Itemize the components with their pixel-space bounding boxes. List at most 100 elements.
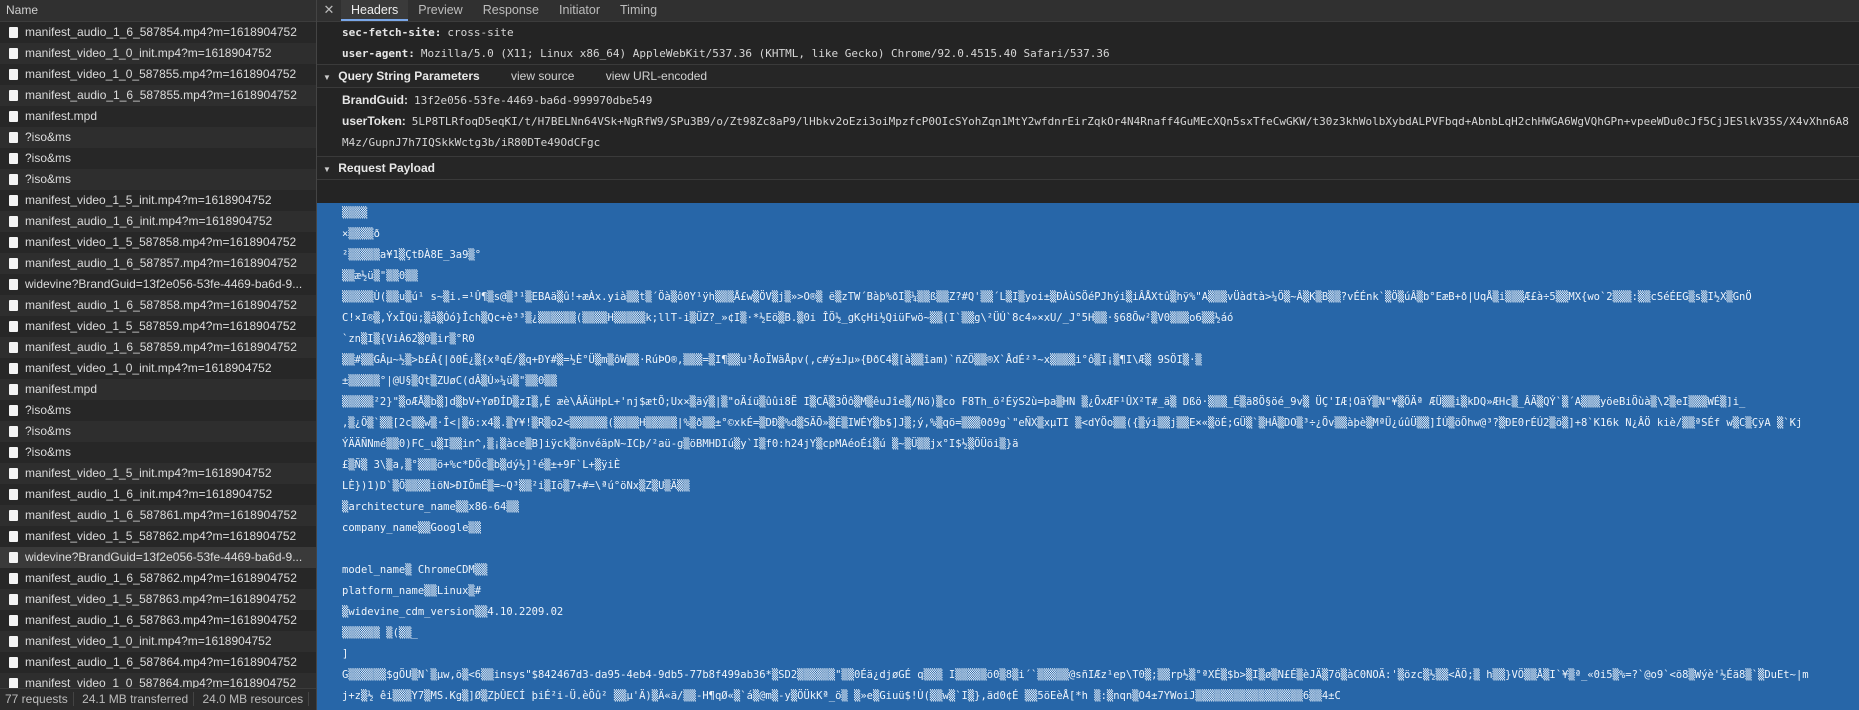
request-row[interactable]: widevine?BrandGuid=13f2e056-53fe-4469-ba…	[0, 274, 316, 295]
payload-line: j+z▒½ êi▒▒▒Y7▒MS.Kg▒]Ø▒ZþÛECÍ þiÉ²i-Ü.èÖ…	[342, 690, 1341, 702]
request-row[interactable]: manifest_audio_1_6_587864.mp4?m=16189047…	[0, 652, 316, 673]
payload-line: ▒▒▒▒▒²2}"▒oÆÅ▒b▒]d▒bV+YøÐÍD▒zI▒,É æè\ÂÄü…	[342, 396, 1746, 408]
request-row[interactable]: manifest_audio_1_6_587857.mp4?m=16189047…	[0, 253, 316, 274]
request-row[interactable]: manifest_video_1_0_587855.mp4?m=16189047…	[0, 64, 316, 85]
request-row[interactable]: ?iso&ms	[0, 169, 316, 190]
request-row[interactable]: manifest.mpd	[0, 379, 316, 400]
view-url-encoded-link[interactable]: view URL-encoded	[606, 69, 707, 83]
payload-line: LÈ})1)D`▒Õ▒▒▒▒iöN>ÐIÕmÉ▒=~Q³▒▒²i▒Iö▒7+#=…	[342, 480, 690, 492]
file-icon	[9, 174, 18, 185]
close-icon[interactable]: ✕	[317, 0, 341, 21]
file-icon	[9, 132, 18, 143]
request-row[interactable]: manifest_audio_1_6_587858.mp4?m=16189047…	[0, 295, 316, 316]
request-row[interactable]: manifest_audio_1_6_587859.mp4?m=16189047…	[0, 337, 316, 358]
file-icon	[9, 678, 18, 688]
headers-content: sec-fetch-site: cross-site user-agent: Mozi…	[317, 22, 1859, 180]
request-row[interactable]: manifest_video_1_0_init.mp4?m=1618904752	[0, 358, 316, 379]
file-icon	[9, 195, 18, 206]
payload-line	[317, 539, 1859, 560]
details-tab-bar: ✕ Headers Preview Response Initiator Timing	[317, 0, 1859, 22]
param-brandguid: BrandGuid: 13f2e056-53fe-4469-ba6d-999970…	[317, 90, 1859, 111]
file-icon	[9, 636, 18, 647]
param-key: userToken:	[342, 114, 406, 128]
payload-line: ▒▒▒▒	[342, 207, 368, 219]
file-icon	[9, 90, 18, 101]
file-icon	[9, 426, 18, 437]
request-row[interactable]: manifest.mpd	[0, 106, 316, 127]
file-icon	[9, 405, 18, 416]
request-row[interactable]: ?iso&ms	[0, 127, 316, 148]
file-icon	[9, 468, 18, 479]
request-name: widevine?BrandGuid=13f2e056-53fe-4469-ba…	[25, 277, 303, 291]
file-icon	[9, 615, 18, 626]
request-name: manifest_audio_1_6_init.mp4?m=1618904752	[25, 214, 273, 228]
payload-line: ×▒▒▒▒ð	[342, 228, 380, 240]
request-row[interactable]: manifest_video_1_5_587859.mp4?m=16189047…	[0, 316, 316, 337]
request-name: manifest_video_1_5_init.mp4?m=1618904752	[25, 466, 272, 480]
file-icon	[9, 510, 18, 521]
file-icon	[9, 552, 18, 563]
payload-line: company_name▒▒Google▒▒	[342, 522, 482, 534]
request-row[interactable]: manifest_video_1_0_587864.mp4?m=16189047…	[0, 673, 316, 688]
request-row[interactable]: manifest_video_1_5_init.mp4?m=1618904752	[0, 463, 316, 484]
request-name: ?iso&ms	[25, 403, 72, 417]
header-row: sec-fetch-site: cross-site	[317, 22, 1859, 43]
request-row[interactable]: manifest_audio_1_6_587862.mp4?m=16189047…	[0, 568, 316, 589]
view-source-link[interactable]: view source	[511, 69, 574, 83]
file-icon	[9, 258, 18, 269]
request-row[interactable]: manifest_video_1_5_init.mp4?m=1618904752	[0, 190, 316, 211]
request-row[interactable]: manifest_video_1_5_587862.mp4?m=16189047…	[0, 526, 316, 547]
query-string-section-header[interactable]: ▼ Query String Parameters view source vi…	[317, 64, 1859, 88]
file-icon	[9, 594, 18, 605]
file-icon	[9, 216, 18, 227]
name-column-header[interactable]: Name	[0, 0, 316, 22]
request-row[interactable]: manifest_audio_1_6_587854.mp4?m=16189047…	[0, 22, 316, 43]
payload-line: ▒▒#▒▒GÂµ~½▒>b£Â{|ð0É¿▒{xªqÉ/▒q+ÐY#▒=½È°Ü…	[342, 354, 1202, 366]
payload-line: ▒architecture_name▒▒x86-64▒▒	[342, 501, 520, 513]
request-row[interactable]: manifest_video_1_0_init.mp4?m=1618904752	[0, 43, 316, 64]
payload-line: ÝÄÄÑNmé▒▒0)FC_u▒I▒▒in^,▒¡▒àce▒B]iÿck▒önv…	[342, 438, 1019, 450]
request-row[interactable]: ?iso&ms	[0, 442, 316, 463]
request-name: widevine?BrandGuid=13f2e056-53fe-4469-ba…	[25, 550, 303, 564]
tab-initiator[interactable]: Initiator	[549, 0, 610, 21]
request-name: manifest.mpd	[25, 382, 98, 396]
tab-preview[interactable]: Preview	[408, 0, 472, 21]
tab-timing[interactable]: Timing	[610, 0, 667, 21]
request-name: manifest_audio_1_6_587858.mp4?m=16189047…	[25, 298, 297, 312]
request-row[interactable]: manifest_audio_1_6_587861.mp4?m=16189047…	[0, 505, 316, 526]
file-icon	[9, 447, 18, 458]
request-name: manifest_video_1_0_587864.mp4?m=16189047…	[25, 676, 297, 688]
payload-line: ²▒▒▒▒▒a¥1▒ÇtÐÀ8E_3a9▒°	[342, 249, 482, 261]
payload-line: platform_name▒▒Linux▒#	[342, 585, 482, 597]
triangle-down-icon: ▼	[323, 73, 331, 82]
request-row[interactable]: widevine?BrandGuid=13f2e056-53fe-4469-ba…	[0, 547, 316, 568]
payload-line: ±▒▒▒▒▒°|@U§▒Qt▒ZUøC(dÂ▒Ú»¼ü▒"▒▒0▒▒	[342, 375, 557, 387]
request-payload-body[interactable]: ▒▒▒▒ ×▒▒▒▒ð ²▒▒▒▒▒a¥1▒ÇtÐÀ8E_3a9▒° ▒▒æ½ü▒"▒…	[317, 203, 1859, 710]
header-value: cross-site	[447, 26, 514, 39]
request-row[interactable]: manifest_audio_1_6_init.mp4?m=1618904752	[0, 484, 316, 505]
request-row[interactable]: manifest_video_1_5_587858.mp4?m=16189047…	[0, 232, 316, 253]
request-row[interactable]: ?iso&ms	[0, 400, 316, 421]
tab-response[interactable]: Response	[473, 0, 549, 21]
request-name: manifest_audio_1_6_587855.mp4?m=16189047…	[25, 88, 297, 102]
request-row[interactable]: manifest_video_1_0_init.mp4?m=1618904752	[0, 631, 316, 652]
request-row[interactable]: manifest_video_1_5_587863.mp4?m=16189047…	[0, 589, 316, 610]
file-icon	[9, 531, 18, 542]
request-row[interactable]: manifest_audio_1_6_587863.mp4?m=16189047…	[0, 610, 316, 631]
file-icon	[9, 321, 18, 332]
request-row[interactable]: manifest_audio_1_6_587855.mp4?m=16189047…	[0, 85, 316, 106]
request-name: ?iso&ms	[25, 130, 72, 144]
tab-headers[interactable]: Headers	[341, 0, 409, 21]
request-headers-list: sec-fetch-site: cross-site user-agent: Mozi…	[317, 22, 1859, 64]
file-icon	[9, 363, 18, 374]
request-row[interactable]: ?iso&ms	[0, 421, 316, 442]
file-icon	[9, 279, 18, 290]
request-row[interactable]: manifest_audio_1_6_init.mp4?m=1618904752	[0, 211, 316, 232]
request-row[interactable]: ?iso&ms	[0, 148, 316, 169]
file-icon	[9, 153, 18, 164]
request-name: manifest_video_1_5_587858.mp4?m=16189047…	[25, 235, 297, 249]
param-value: 13f2e056-53fe-4469-ba6d-999970dbe549	[414, 94, 653, 107]
param-value: 5LP8TLRfoqD5eqKI/t/H7BELNn64VSk+NgRfW9/S…	[411, 115, 1849, 128]
file-icon	[9, 573, 18, 584]
request-payload-section-header[interactable]: ▼ Request Payload	[317, 156, 1859, 180]
